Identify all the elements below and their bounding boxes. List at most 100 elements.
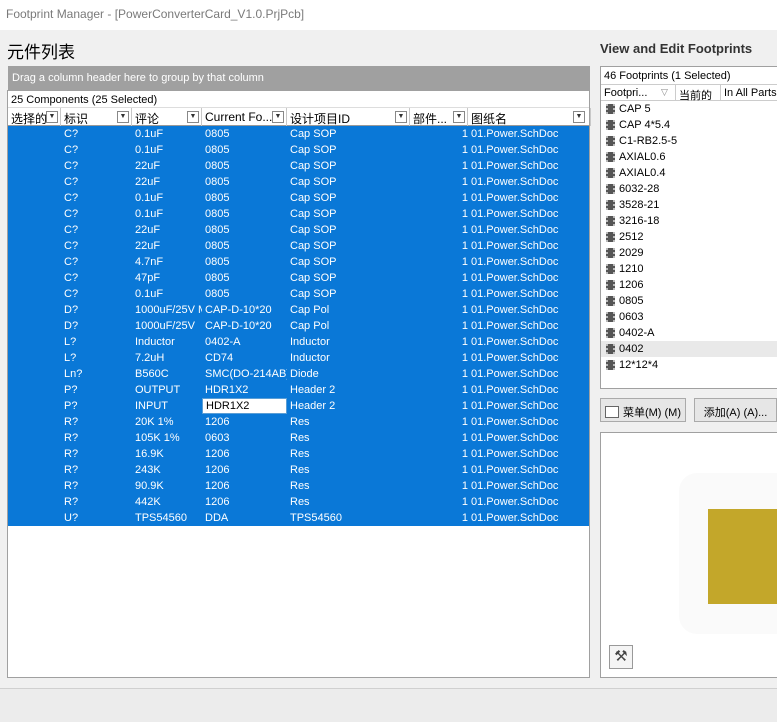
col-design-item-id-cell: Header 2 [290, 384, 336, 396]
footprint-item[interactable]: AXIAL0.6 [601, 149, 777, 165]
table-row[interactable]: C? 47pF 0805 Cap SOP 1 01.Power.SchDoc [8, 270, 589, 286]
table-row[interactable]: C? 22uF 0805 Cap SOP 1 01.Power.SchDoc [8, 222, 589, 238]
col-current-footprint-cell[interactable]: 0805 [202, 270, 287, 286]
chevron-down-icon[interactable]: ▼ [453, 111, 465, 123]
table-row[interactable]: R? 20K 1% 1206 Res 1 01.Power.SchDoc [8, 414, 589, 430]
footprint-list[interactable]: 46 Footprints (1 Selected) Footpri... 当前的… [600, 66, 777, 389]
col-current-footprint-cell[interactable]: HDR1X2 [202, 382, 287, 398]
footprint-item[interactable]: 2029 [601, 245, 777, 261]
table-row[interactable]: C? 4.7nF 0805 Cap SOP 1 01.Power.SchDoc [8, 254, 589, 270]
chip-icon [606, 248, 615, 258]
table-row[interactable]: R? 105K 1% 0603 Res 1 01.Power.SchDoc [8, 430, 589, 446]
table-row[interactable]: C? 0.1uF 0805 Cap SOP 1 01.Power.SchDoc [8, 190, 589, 206]
footprint-item-label: 3216-18 [619, 215, 660, 227]
table-row[interactable]: L? 7.2uH CD74 Inductor 1 01.Power.SchDoc [8, 350, 589, 366]
col-part-cell: 1 [461, 512, 468, 524]
col-current-footprint-cell[interactable]: 0805 [202, 206, 287, 222]
footprint-item[interactable]: 3528-21 [601, 197, 777, 213]
table-row[interactable]: R? 16.9K 1206 Res 1 01.Power.SchDoc [8, 446, 589, 462]
footprint-item[interactable]: 0402-A [601, 325, 777, 341]
table-row[interactable]: D? 1000uF/25V CAP-D-10*20 Cap Pol 1 01.Power.… [8, 318, 589, 334]
col-design-item-id-header[interactable]: 设计项目ID [287, 108, 410, 126]
col-current-footprint-cell[interactable]: SMC(DO-214AB) [202, 366, 287, 382]
col-designator-cell: C? [64, 192, 79, 204]
col-current-footprint-cell[interactable]: HDR1X2 [202, 398, 287, 414]
col-comment-cell: 4.7nF [135, 256, 164, 268]
current-column-header[interactable]: 当前的 [676, 85, 721, 101]
col-current-footprint-cell[interactable]: CAP-D-10*20 [202, 302, 287, 318]
chevron-down-icon[interactable]: ▼ [573, 111, 585, 123]
col-current-footprint-cell[interactable]: 0402-A [202, 334, 287, 350]
footprint-item[interactable]: 3216-18 [601, 213, 777, 229]
col-current-footprint-cell[interactable]: 1206 [202, 446, 287, 462]
col-design-item-id-cell: Inductor [290, 336, 330, 348]
footprint-item[interactable]: CAP 4*5.4 [601, 117, 777, 133]
table-row[interactable]: L? Inductor 0402-A Inductor 1 01.Power.SchDoc [8, 334, 589, 350]
table-row[interactable]: C? 0.1uF 0805 Cap SOP 1 01.Power.SchDoc [8, 142, 589, 158]
chevron-down-icon[interactable]: ▼ [46, 111, 58, 123]
col-current-footprint-cell[interactable]: 1206 [202, 462, 287, 478]
col-current-footprint-cell[interactable]: 0805 [202, 142, 287, 158]
col-current-footprint-cell[interactable]: DDA [202, 510, 287, 526]
table-row[interactable]: U? TPS54560 DDA TPS54560 1 01.Power.SchDoc [8, 510, 589, 526]
sort-icon[interactable]: ▽ [661, 87, 668, 98]
table-row[interactable]: C? 22uF 0805 Cap SOP 1 01.Power.SchDoc [8, 174, 589, 190]
footprint-item[interactable]: 6032-28 [601, 181, 777, 197]
chevron-down-icon[interactable]: ▼ [395, 111, 407, 123]
footprint-item[interactable]: 12*12*4 [601, 357, 777, 373]
col-current-footprint-cell[interactable]: 0805 [202, 286, 287, 302]
add-footprint-button[interactable]: 添加(A) (A)... [694, 398, 777, 422]
group-by-bar[interactable]: Drag a column header here to group by th… [8, 66, 590, 90]
col-current-footprint-cell[interactable]: CD74 [202, 350, 287, 366]
table-row[interactable]: C? 22uF 0805 Cap SOP 1 01.Power.SchDoc [8, 158, 589, 174]
col-current-footprint-cell[interactable]: 0805 [202, 238, 287, 254]
footprint-item[interactable]: C1-RB2.5-5 [601, 133, 777, 149]
col-part-cell: 1 [461, 208, 468, 220]
col-current-footprint-cell[interactable]: 0805 [202, 190, 287, 206]
col-part-cell: 1 [461, 336, 468, 348]
table-row[interactable]: R? 90.9K 1206 Res 1 01.Power.SchDoc [8, 478, 589, 494]
col-selected-cell [8, 446, 61, 462]
chevron-down-icon[interactable]: ▼ [187, 111, 199, 123]
col-part-cell: 1 [461, 192, 468, 204]
footprint-item[interactable]: 1210 [601, 261, 777, 277]
col-current-footprint-cell[interactable]: 1206 [202, 478, 287, 494]
col-current-footprint-cell[interactable]: 0805 [202, 158, 287, 174]
add-button-label: 添加(A) (A)... [703, 407, 768, 419]
chip-icon [606, 296, 615, 306]
chevron-down-icon[interactable]: ▼ [272, 111, 284, 123]
footprint-item[interactable]: AXIAL0.4 [601, 165, 777, 181]
component-grid[interactable]: 25 Components (25 Selected) 选择的 标识 ▼ 评论 ▼ Cur… [7, 90, 591, 678]
col-current-footprint-cell[interactable]: 0805 [202, 254, 287, 270]
col-current-footprint-cell[interactable]: 0603 [202, 430, 287, 446]
col-current-footprint-cell[interactable]: 0805 [202, 222, 287, 238]
in-all-parts-column-header[interactable]: In All Parts [721, 85, 777, 101]
chip-icon [606, 216, 615, 226]
table-row[interactable]: C? 22uF 0805 Cap SOP 1 01.Power.SchDoc [8, 238, 589, 254]
footprint-item[interactable]: CAP 5 [601, 101, 777, 117]
hammer-icon[interactable]: ⚒ [609, 645, 633, 669]
table-row[interactable]: P? OUTPUT HDR1X2 Header 2 1 01.Power.SchDoc [8, 382, 589, 398]
footprint-preview[interactable]: ⚒ [600, 432, 777, 678]
table-row[interactable]: C? 0.1uF 0805 Cap SOP 1 01.Power.SchDoc [8, 126, 589, 142]
col-current-footprint-cell[interactable]: 0805 [202, 174, 287, 190]
footprint-item[interactable]: 0402 [601, 341, 777, 357]
col-current-footprint-cell[interactable]: 1206 [202, 494, 287, 510]
table-row[interactable]: R? 442K 1206 Res 1 01.Power.SchDoc [8, 494, 589, 510]
footprint-item[interactable]: 1206 [601, 277, 777, 293]
footprint-item[interactable]: 0603 [601, 309, 777, 325]
footprint-item[interactable]: 2512 [601, 229, 777, 245]
table-row[interactable]: R? 243K 1206 Res 1 01.Power.SchDoc [8, 462, 589, 478]
table-row[interactable]: C? 0.1uF 0805 Cap SOP 1 01.Power.SchDoc [8, 286, 589, 302]
table-row[interactable]: Ln? B560C SMC(DO-214AB) Diode 1 01.Power.SchD… [8, 366, 589, 382]
menu-button[interactable]: 菜单(M) (M) [600, 398, 686, 422]
footprint-count-status: 46 Footprints (1 Selected) [604, 70, 731, 82]
col-current-footprint-cell[interactable]: 0805 [202, 126, 287, 142]
footprint-item[interactable]: 0805 [601, 293, 777, 309]
col-current-footprint-cell[interactable]: 1206 [202, 414, 287, 430]
table-row[interactable]: P? INPUT HDR1X2 Header 2 1 01.Power.SchDoc [8, 398, 589, 414]
col-current-footprint-cell[interactable]: CAP-D-10*20 [202, 318, 287, 334]
chevron-down-icon[interactable]: ▼ [117, 111, 129, 123]
table-row[interactable]: D? 1000uF/25V M CAP-D-10*20 Cap Pol 1 01.Powe… [8, 302, 589, 318]
table-row[interactable]: C? 0.1uF 0805 Cap SOP 1 01.Power.SchDoc [8, 206, 589, 222]
